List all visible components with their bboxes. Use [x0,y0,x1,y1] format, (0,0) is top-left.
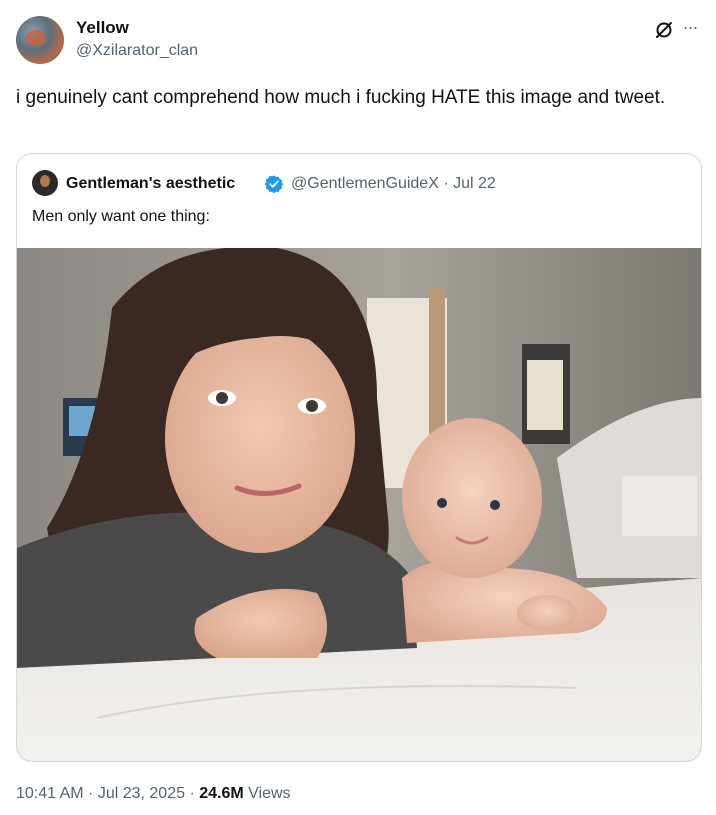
photo-illustration [17,248,701,761]
views-count: 24.6M [199,785,244,802]
author-avatar[interactable] [16,16,64,64]
tweet-text: i genuinely cant comprehend how much i f… [16,87,666,108]
quoted-handle-date[interactable]: @GentlemenGuideX · Jul 22 [291,174,496,194]
quoted-photo[interactable] [17,248,701,761]
author-handle[interactable]: @Xzilarator_clan [76,41,198,61]
more-icon[interactable]: ··· [680,18,700,40]
grok-icon[interactable] [654,20,674,40]
verified-icon [264,175,284,194]
tweet-header: Yellow @Xzilarator_clan ··· [16,14,700,66]
timestamp[interactable]: 10:41 AM · Jul 23, 2025 · [16,785,199,802]
author-name[interactable]: Yellow [76,18,129,38]
tweet-footer: 10:41 AM · Jul 23, 2025 · 24.6M Views [16,783,291,805]
quoted-tweet[interactable]: Gentleman's aesthetic @GentlemenGuideX ·… [16,153,702,762]
views-label: Views [243,785,291,802]
quoted-text: Men only want one thing: [32,208,210,225]
quoted-avatar[interactable] [32,170,58,196]
quoted-author-name[interactable]: Gentleman's aesthetic [66,174,235,194]
